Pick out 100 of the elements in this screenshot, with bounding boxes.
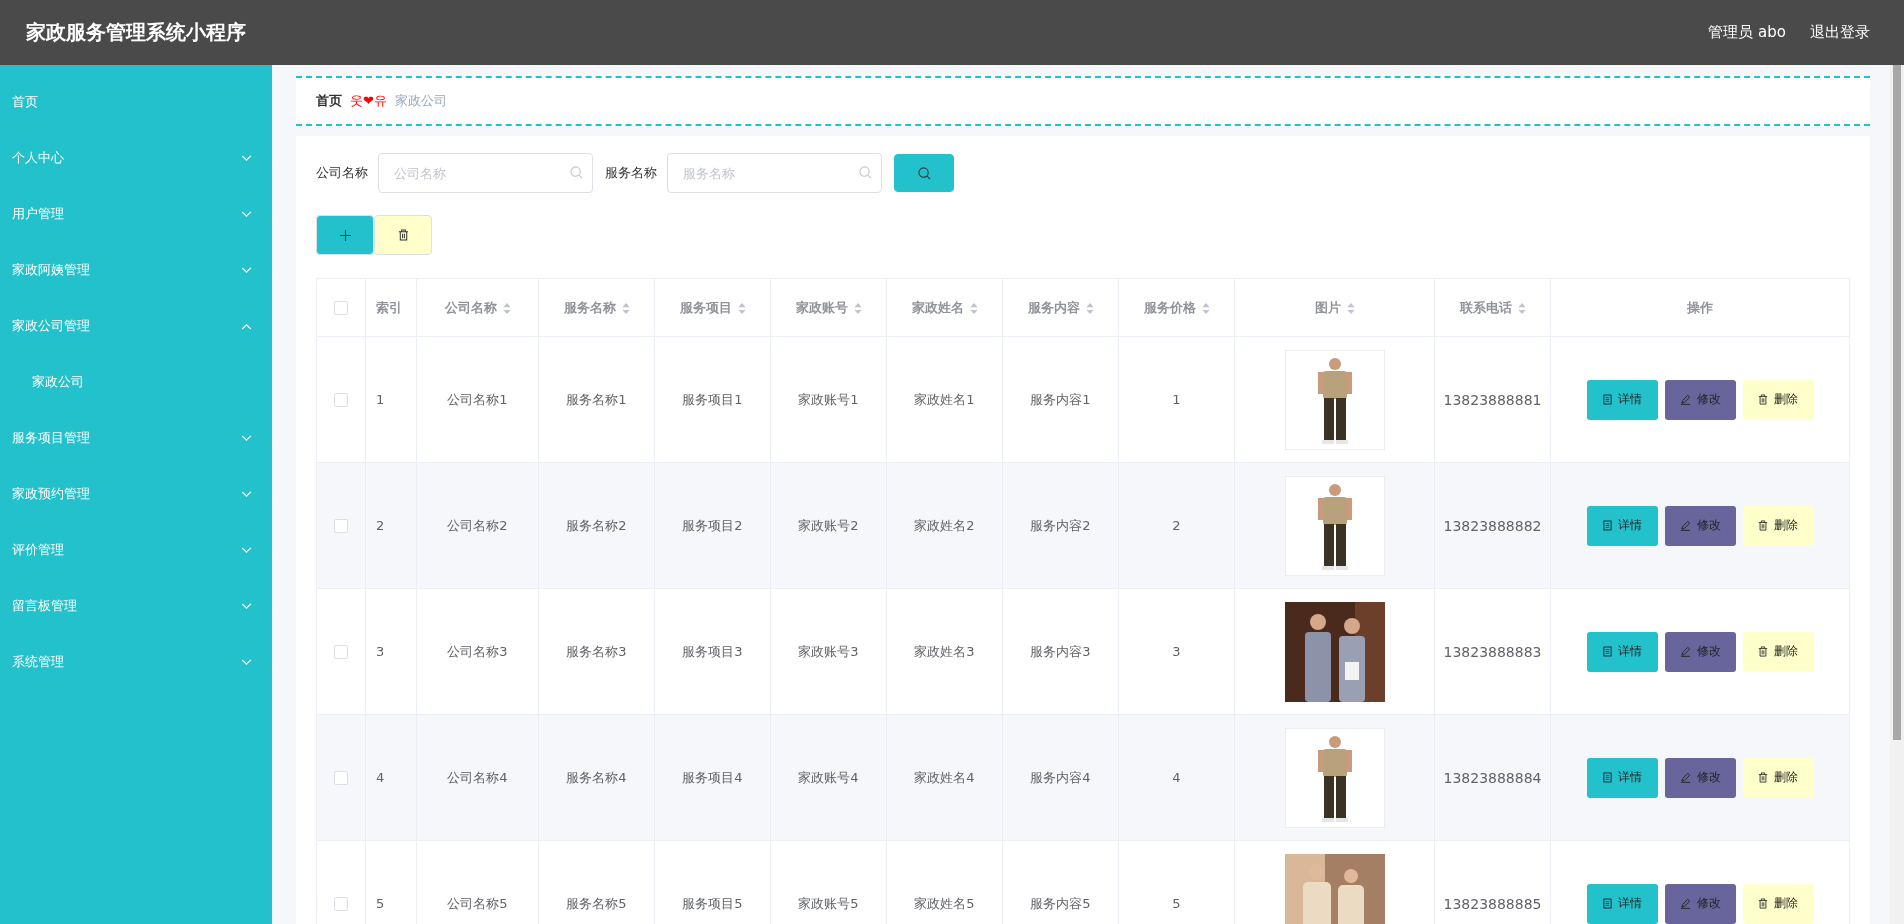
add-button[interactable] <box>316 215 374 255</box>
table-cell: 1 <box>1172 392 1181 407</box>
delete-button[interactable]: 删除 <box>1742 631 1814 672</box>
row-checkbox[interactable] <box>334 645 348 660</box>
breadcrumb-home[interactable]: 首页 <box>316 92 342 110</box>
chevron-icon <box>241 154 252 162</box>
edit-button[interactable]: 修改 <box>1664 757 1736 798</box>
document-icon <box>1602 520 1612 531</box>
sort-icon <box>737 302 746 314</box>
table-cell: 服务内容1 <box>1030 391 1091 407</box>
column-header[interactable]: 服务内容 <box>1002 278 1119 337</box>
sidebar-item[interactable]: 服务项目管理 <box>0 410 272 466</box>
column-header[interactable]: 服务项目 <box>654 278 771 337</box>
column-header[interactable]: 操作 <box>1550 278 1850 337</box>
sidebar-item[interactable]: 家政公司管理 <box>0 298 272 354</box>
table-cell: 13823888881 <box>1443 391 1542 408</box>
table-cell: 服务名称3 <box>566 643 627 659</box>
row-checkbox[interactable] <box>334 897 348 912</box>
detail-button[interactable]: 详情 <box>1586 883 1658 924</box>
row-checkbox[interactable] <box>334 393 348 408</box>
select-all-checkbox[interactable] <box>334 301 348 316</box>
table-cell: 2 <box>376 518 385 533</box>
column-header[interactable]: 服务名称 <box>538 278 655 337</box>
table-cell: 服务项目1 <box>682 391 743 407</box>
sidebar-item[interactable]: 留言板管理 <box>0 578 272 634</box>
search-button[interactable] <box>894 154 954 192</box>
delete-button[interactable]: 删除 <box>1742 883 1814 924</box>
delete-button[interactable]: 删除 <box>1742 379 1814 420</box>
table-cell: 服务内容3 <box>1030 643 1091 659</box>
delete-button[interactable]: 删除 <box>1742 505 1814 546</box>
chevron-icon <box>241 322 252 330</box>
pencil-icon <box>1679 898 1691 909</box>
logout-link[interactable]: 退出登录 <box>1810 23 1870 42</box>
document-icon <box>1602 772 1612 783</box>
trash-icon <box>1758 646 1768 657</box>
scrollbar[interactable] <box>1890 65 1904 924</box>
field-label: 服务名称 <box>605 164 657 182</box>
table-cell: 4 <box>376 770 385 785</box>
column-header[interactable]: 索引 <box>365 278 417 337</box>
row-checkbox[interactable] <box>334 519 348 534</box>
chevron-icon <box>241 434 252 442</box>
table-cell: 2 <box>1172 518 1181 533</box>
column-header[interactable]: 家政姓名 <box>886 278 1003 337</box>
sort-icon <box>853 302 862 314</box>
table-cell: 公司名称4 <box>447 769 508 785</box>
trash-icon <box>1758 772 1768 783</box>
sort-icon <box>621 302 630 314</box>
breadcrumb-current: 家政公司 <box>394 92 447 110</box>
sort-icon <box>1201 302 1210 314</box>
column-header[interactable]: 服务价格 <box>1118 278 1235 337</box>
sidebar-item[interactable]: 家政预约管理 <box>0 466 272 522</box>
edit-button[interactable]: 修改 <box>1664 379 1736 420</box>
table-cell: 家政姓名3 <box>914 643 975 659</box>
row-checkbox[interactable] <box>334 771 348 786</box>
table-cell: 服务内容5 <box>1030 895 1091 911</box>
sort-icon <box>502 302 511 314</box>
chevron-icon <box>241 490 252 498</box>
table-cell: 服务项目2 <box>682 517 743 533</box>
edit-button[interactable]: 修改 <box>1664 505 1736 546</box>
document-icon <box>1602 898 1612 909</box>
document-icon <box>1602 646 1612 657</box>
search-field[interactable]: 服务名称 <box>667 153 882 193</box>
table-cell: 13823888885 <box>1443 895 1542 912</box>
table-cell: 家政账号5 <box>798 895 859 911</box>
detail-button[interactable]: 详情 <box>1586 757 1658 798</box>
sort-icon <box>1346 302 1355 314</box>
pencil-icon <box>1679 394 1691 405</box>
delete-button[interactable]: 删除 <box>1742 757 1814 798</box>
table-cell: 家政账号3 <box>798 643 859 659</box>
sidebar-item[interactable]: 首页 <box>0 74 272 130</box>
column-header[interactable]: 公司名称 <box>416 278 539 337</box>
table-cell: 13823888882 <box>1443 517 1542 534</box>
user-label: 管理员 abo <box>1708 23 1786 42</box>
table-cell: 公司名称2 <box>447 517 508 533</box>
sidebar-item[interactable]: 用户管理 <box>0 186 272 242</box>
table-cell: 3 <box>1172 644 1181 659</box>
table-cell: 公司名称3 <box>447 643 508 659</box>
sidebar-item[interactable]: 家政阿姨管理 <box>0 242 272 298</box>
table-cell: 服务名称1 <box>566 391 627 407</box>
detail-button[interactable]: 详情 <box>1586 631 1658 672</box>
sidebar-item[interactable]: 系统管理 <box>0 634 272 690</box>
table-cell: 服务名称4 <box>566 769 627 785</box>
edit-button[interactable]: 修改 <box>1664 883 1736 924</box>
delete-button[interactable] <box>374 215 432 255</box>
sidebar-subitem[interactable]: 家政公司 <box>0 354 272 410</box>
table-cell: 服务项目3 <box>682 643 743 659</box>
chevron-icon <box>241 546 252 554</box>
sidebar-item[interactable]: 评价管理 <box>0 522 272 578</box>
edit-button[interactable]: 修改 <box>1664 631 1736 672</box>
table-cell: 服务项目4 <box>682 769 743 785</box>
column-header[interactable]: 图片 <box>1234 278 1435 337</box>
column-header[interactable]: 联系电话 <box>1434 278 1551 337</box>
detail-button[interactable]: 详情 <box>1586 505 1658 546</box>
table-cell: 家政姓名1 <box>914 391 975 407</box>
chevron-icon <box>241 210 252 218</box>
column-header[interactable]: 家政账号 <box>770 278 887 337</box>
detail-button[interactable]: 详情 <box>1586 379 1658 420</box>
search-icon <box>917 166 931 180</box>
sort-icon <box>1517 302 1526 314</box>
sidebar-item[interactable]: 个人中心 <box>0 130 272 186</box>
